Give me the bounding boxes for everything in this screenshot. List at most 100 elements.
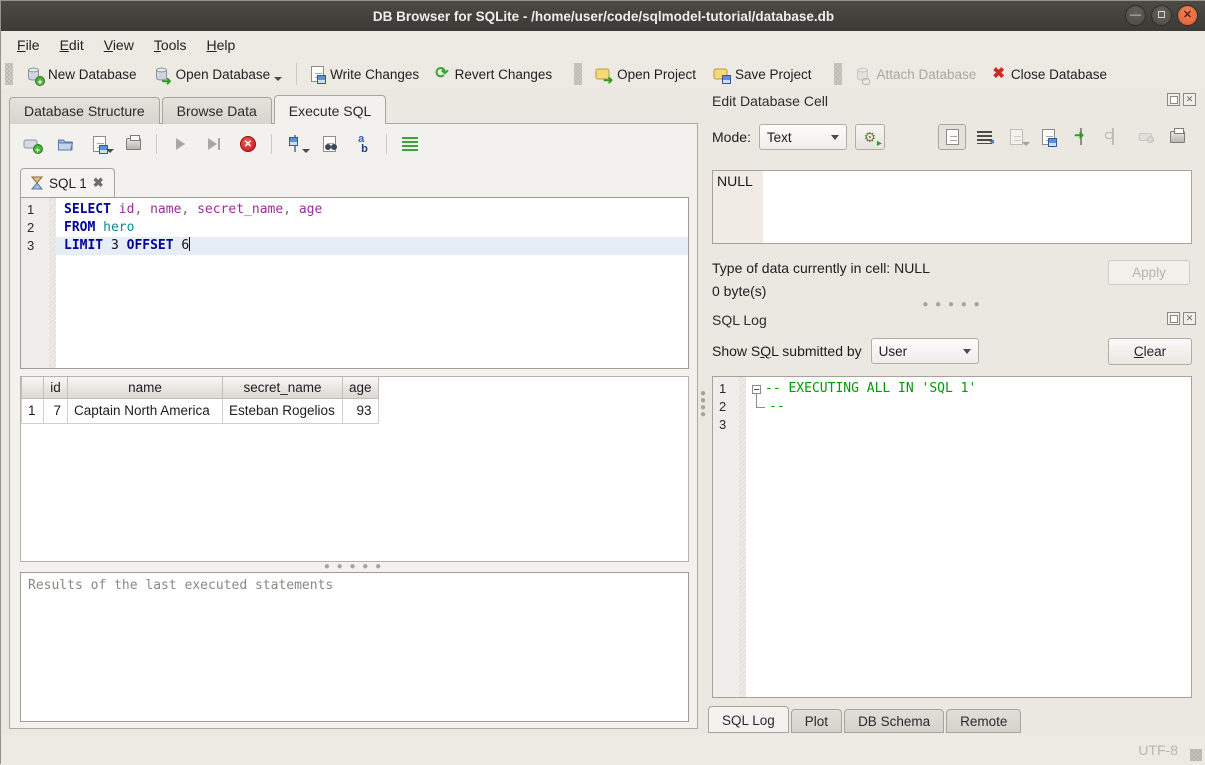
revert-changes-button[interactable]: ⟳ Revert Changes — [427, 63, 560, 86]
column-header-id[interactable]: id — [44, 377, 68, 398]
export-data-icon[interactable]: ➜ — [1067, 124, 1095, 150]
row-number-header[interactable] — [22, 377, 44, 398]
print-cell-icon[interactable] — [1164, 124, 1192, 150]
save-sql-file-button[interactable] — [88, 133, 110, 155]
column-header-name[interactable]: name — [68, 377, 223, 398]
results-grid[interactable]: id name secret_name age 1 7 Captain Nort… — [20, 376, 689, 562]
auto-switch-mode-button[interactable]: ⚙ — [855, 124, 885, 150]
print-sql-button[interactable] — [122, 133, 144, 155]
close-dock-icon[interactable]: ✕ — [1183, 312, 1196, 325]
close-database-button[interactable]: ✖ Close Database — [984, 62, 1115, 86]
window-controls: — ✕ — [1125, 5, 1198, 26]
execute-all-button[interactable] — [169, 133, 191, 155]
edit-cell-dock-buttons: ✕ — [1167, 93, 1196, 106]
open-project-icon: ➜ — [594, 66, 611, 82]
save-results-button[interactable] — [284, 133, 306, 155]
text-mode-icon[interactable] — [938, 124, 966, 150]
cell-id[interactable]: 7 — [44, 398, 68, 423]
results-message-splitter[interactable]: ● ● ● ● ● — [10, 564, 697, 570]
open-database-dropdown-caret[interactable] — [274, 77, 282, 81]
float-dock-icon[interactable] — [1167, 93, 1180, 106]
open-database-icon: ➜ — [153, 66, 170, 83]
write-changes-button[interactable]: Write Changes — [303, 62, 427, 86]
open-in-editor-icon — [1003, 124, 1031, 150]
resize-grip[interactable] — [1190, 749, 1202, 761]
status-bar: UTF-8 — [1, 734, 1205, 765]
import-data-icon[interactable] — [1035, 124, 1063, 150]
revert-changes-icon: ⟳ — [435, 67, 448, 81]
tab-execute-sql[interactable]: Execute SQL — [274, 95, 387, 124]
tab-remote[interactable]: Remote — [946, 709, 1021, 733]
cell-age[interactable]: 93 — [343, 398, 379, 423]
sql-code-editor[interactable]: 1 2 3 SELECT id, name, secret_name, age … — [20, 197, 689, 369]
new-sql-tab-button[interactable]: + — [20, 133, 42, 155]
toolbar-drag-handle[interactable] — [834, 63, 842, 85]
find-in-sql-icon[interactable] — [318, 133, 340, 155]
toolbar-drag-handle[interactable] — [574, 63, 582, 85]
mode-label: Mode: — [712, 129, 751, 145]
mode-select[interactable]: Text — [759, 124, 847, 150]
sql-text[interactable]: SELECT id, name, secret_name, age FROM h… — [56, 198, 688, 368]
close-dock-icon[interactable]: ✕ — [1183, 93, 1196, 106]
tab-sql-log[interactable]: SQL Log — [708, 706, 789, 733]
encoding-indicator[interactable]: UTF-8 — [1138, 742, 1178, 758]
execute-sql-panel: + ✕ a b — [9, 123, 698, 729]
cell-value: NULL — [717, 173, 753, 189]
menu-view[interactable]: View — [94, 33, 144, 57]
table-row: 1 7 Captain North America Esteban Rogeli… — [22, 398, 379, 423]
clear-log-button[interactable]: Clear — [1108, 338, 1192, 365]
tab-browse-data[interactable]: Browse Data — [162, 97, 272, 124]
sql1-tab[interactable]: SQL 1 ✖ — [20, 168, 115, 197]
cell-value-editor[interactable]: NULL — [712, 170, 1192, 244]
word-wrap-icon[interactable] — [970, 124, 998, 150]
menu-help[interactable]: Help — [197, 33, 246, 57]
cell-type-info: Type of data currently in cell: NULL — [712, 260, 930, 276]
execution-message-area[interactable]: Results of the last executed statements — [20, 572, 689, 722]
dock-tab-bar: SQL Log Plot DB Schema Remote — [708, 706, 1023, 733]
chevron-down-icon — [963, 349, 971, 354]
stop-execution-button[interactable]: ✕ — [237, 133, 259, 155]
sql-log-editor[interactable]: 1 2 3 -- EXECUTING ALL IN 'SQL 1' -- — [712, 376, 1192, 698]
menu-edit[interactable]: Edit — [50, 33, 94, 57]
results-header-row: id name secret_name age — [22, 377, 379, 398]
open-database-button[interactable]: ➜ Open Database — [145, 62, 291, 87]
column-header-secret-name[interactable]: secret_name — [223, 377, 343, 398]
dock-splitter[interactable]: ● ● ● ● ● — [706, 302, 1198, 307]
sql-log-dock-buttons: ✕ — [1167, 312, 1196, 325]
float-dock-icon[interactable] — [1167, 312, 1180, 325]
format-sql-icon[interactable] — [399, 133, 421, 155]
open-sql-file-button[interactable] — [54, 133, 76, 155]
new-database-icon: + — [25, 66, 42, 83]
menu-file[interactable]: File — [7, 33, 50, 57]
cell-name[interactable]: Captain North America — [68, 398, 223, 423]
column-header-age[interactable]: age — [343, 377, 379, 398]
submitter-select[interactable]: User — [871, 338, 979, 364]
close-database-icon: ✖ — [992, 66, 1005, 82]
dock-column: Edit Database Cell ✕ Mode: Text ⚙ ➜ NULL — [706, 90, 1198, 734]
sql-toolbar: + ✕ a b — [20, 132, 421, 156]
close-sql1-tab-icon[interactable]: ✖ — [93, 175, 104, 191]
menu-tools[interactable]: Tools — [144, 33, 197, 57]
fold-collapse-icon[interactable] — [752, 385, 761, 394]
cell-size-info: 0 byte(s) — [712, 283, 766, 299]
save-project-button[interactable]: Save Project — [704, 62, 820, 86]
tab-plot[interactable]: Plot — [791, 709, 842, 733]
edit-cell-dock-title: Edit Database Cell — [712, 93, 828, 109]
title-bar: DB Browser for SQLite - /home/user/code/… — [1, 1, 1205, 31]
toolbar-drag-handle[interactable] — [5, 63, 13, 85]
log-line-1: -- EXECUTING ALL IN 'SQL 1' — [746, 380, 1191, 398]
execute-line-button[interactable] — [203, 133, 225, 155]
cell-mode-row: Mode: Text ⚙ — [712, 123, 885, 151]
row-number-cell[interactable]: 1 — [22, 398, 44, 423]
sql-log-filter-row: Show SQL submitted by User Clear — [712, 337, 1192, 365]
cell-secret-name[interactable]: Esteban Rogelios — [223, 398, 343, 423]
open-project-button[interactable]: ➜ Open Project — [586, 62, 704, 86]
hourglass-icon — [31, 176, 43, 190]
new-database-button[interactable]: + New Database — [17, 62, 145, 87]
close-button[interactable]: ✕ — [1177, 5, 1198, 26]
minimize-button[interactable]: — — [1125, 5, 1146, 26]
tab-db-schema[interactable]: DB Schema — [844, 709, 944, 733]
maximize-button[interactable] — [1151, 5, 1172, 26]
find-replace-icon[interactable]: a b — [352, 133, 374, 155]
tab-database-structure[interactable]: Database Structure — [9, 97, 160, 124]
